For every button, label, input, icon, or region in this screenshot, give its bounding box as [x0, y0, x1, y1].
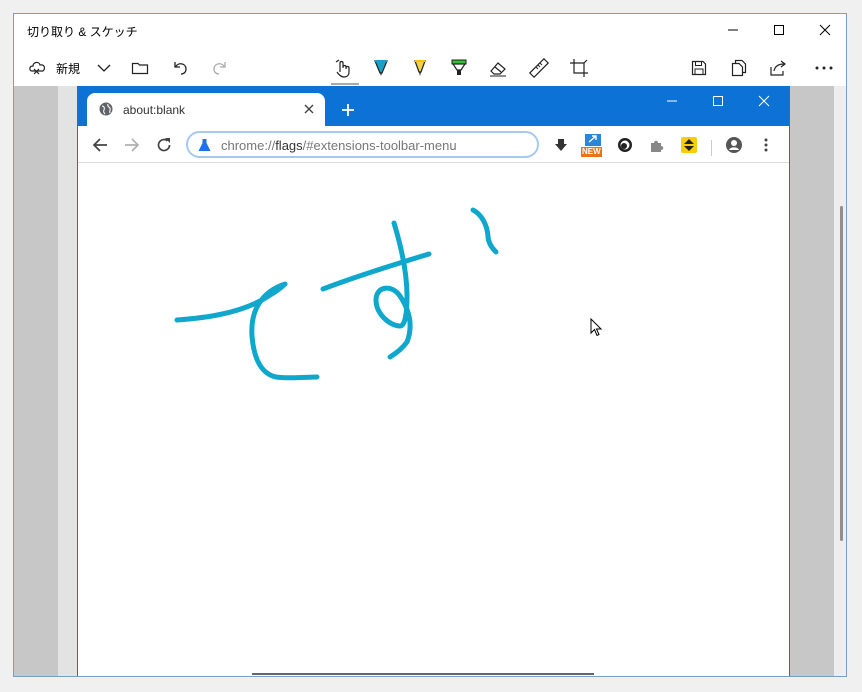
touch-writing-button[interactable] — [327, 50, 359, 86]
snip-sketch-window: 切り取り & スケッチ 新規 about:blank chrome://flag… — [13, 13, 847, 677]
undo-icon — [174, 62, 187, 75]
mouse-cursor-icon — [590, 318, 603, 337]
close-icon — [819, 24, 831, 36]
redo-button[interactable] — [206, 50, 234, 86]
share-button[interactable] — [764, 50, 792, 86]
more-options-button[interactable] — [807, 50, 841, 86]
touch-writing-underline — [331, 83, 359, 85]
eraser-selected-indicator — [482, 81, 514, 94]
folder-icon — [131, 62, 149, 75]
sketch-canvas[interactable]: about:blank chrome://flags/#extensions-t… — [14, 86, 846, 676]
crop-icon — [570, 59, 588, 77]
crop-button[interactable] — [563, 50, 595, 86]
toolbar: 新規 — [14, 50, 846, 94]
snip-mode-dropdown[interactable] — [92, 50, 116, 86]
undo-button[interactable] — [166, 50, 194, 86]
ruler-button[interactable] — [523, 50, 555, 86]
touch-writing-icon — [335, 59, 350, 78]
open-file-button[interactable] — [126, 50, 154, 86]
highlighter-icon — [451, 59, 467, 75]
ink-stroke-su-horizontal — [320, 251, 432, 292]
maximize-icon — [774, 25, 784, 35]
app-title: 切り取り & スケッチ — [27, 25, 138, 39]
redo-icon — [213, 62, 226, 75]
minimize-icon — [728, 29, 738, 31]
ink-strokes — [174, 207, 499, 381]
save-button[interactable] — [685, 50, 713, 86]
pencil-button[interactable] — [404, 50, 436, 86]
ink-stroke-su-vertical — [373, 220, 413, 360]
chevron-down-icon — [97, 64, 111, 72]
title-bar: 切り取り & スケッチ — [14, 14, 846, 46]
save-icon — [691, 60, 707, 76]
pencil-icon — [414, 60, 426, 76]
new-snip-icon — [29, 61, 46, 75]
new-snip-label: 新規 — [55, 61, 80, 76]
copy-icon — [731, 59, 747, 77]
ink-stroke-dakuten — [470, 207, 499, 255]
minimize-button[interactable] — [710, 14, 756, 46]
ruler-icon — [529, 58, 549, 78]
close-button[interactable] — [802, 14, 846, 46]
eraser-icon — [490, 62, 506, 77]
share-icon — [770, 60, 786, 76]
new-snip-button[interactable]: 新規 — [24, 50, 84, 86]
more-icon — [815, 66, 833, 70]
highlighter-button[interactable] — [443, 50, 475, 86]
copy-button[interactable] — [725, 50, 753, 86]
maximize-button[interactable] — [756, 14, 802, 46]
ballpoint-pen-icon — [374, 60, 388, 76]
ballpoint-pen-button[interactable] — [365, 50, 397, 86]
ink-stroke-te — [174, 281, 320, 381]
